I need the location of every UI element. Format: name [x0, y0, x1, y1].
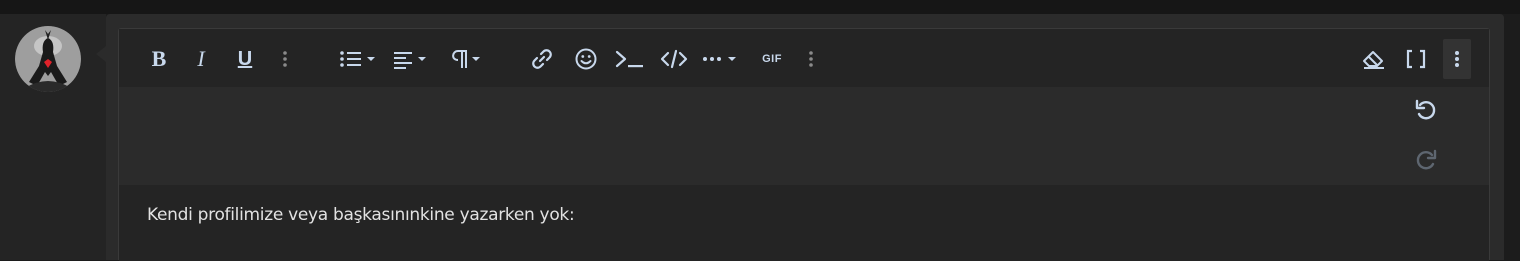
- speech-pointer: [96, 46, 106, 62]
- bold-label: B: [151, 46, 167, 71]
- pilcrow-icon: [452, 50, 480, 68]
- align-button[interactable]: [391, 46, 433, 72]
- italic-label: I: [197, 46, 205, 71]
- top-strip: [0, 0, 1520, 14]
- emoji-button[interactable]: [571, 46, 601, 72]
- list-icon: [340, 51, 375, 67]
- horizontal-dots-icon: [703, 57, 736, 61]
- gif-label: GIF: [762, 53, 782, 65]
- rich-text-editor: B I U GIF Kendi profilimize veya başkası…: [118, 28, 1490, 261]
- gif-button[interactable]: GIF: [757, 46, 787, 72]
- list-button[interactable]: [337, 46, 379, 72]
- undo-button[interactable]: [1411, 95, 1441, 125]
- more-options-button[interactable]: [1443, 39, 1471, 79]
- avatar-image: [15, 26, 81, 92]
- italic-button[interactable]: I: [189, 46, 213, 72]
- bbcode-toggle-button[interactable]: [1401, 46, 1431, 72]
- insert-more-button[interactable]: [701, 46, 741, 72]
- link-button[interactable]: [527, 46, 557, 72]
- vertical-dots-icon: [1455, 51, 1459, 67]
- code-icon: [660, 49, 688, 69]
- avatar[interactable]: [15, 26, 81, 92]
- eraser-icon: [1363, 51, 1384, 69]
- redo-button[interactable]: [1411, 145, 1441, 175]
- vertical-dots-icon: [283, 51, 287, 67]
- editor-content[interactable]: Kendi profilimize veya başkasınınkine ya…: [119, 185, 1489, 261]
- remove-format-button[interactable]: [1359, 46, 1389, 72]
- history-toolbar: [119, 87, 1489, 185]
- terminal-icon: [615, 50, 643, 68]
- link-icon: [532, 49, 552, 69]
- brackets-icon: [1406, 49, 1426, 69]
- editor-toolbar: B I U GIF: [119, 29, 1489, 87]
- paragraph-button[interactable]: [445, 46, 487, 72]
- editor-text: Kendi profilimize veya başkasınınkine ya…: [147, 205, 575, 225]
- vertical-dots-icon: [809, 51, 813, 67]
- code-block-button[interactable]: [659, 46, 689, 72]
- more-text-button[interactable]: [277, 46, 293, 72]
- underline-button[interactable]: U: [233, 46, 257, 72]
- more-insert-button[interactable]: [803, 46, 819, 72]
- redo-icon: [1416, 149, 1437, 170]
- underline-label: U: [237, 47, 253, 70]
- smiley-icon: [575, 48, 597, 70]
- align-left-icon: [394, 52, 426, 69]
- inline-code-button[interactable]: [613, 46, 647, 72]
- bold-button[interactable]: B: [147, 46, 171, 72]
- undo-icon: [1415, 99, 1436, 120]
